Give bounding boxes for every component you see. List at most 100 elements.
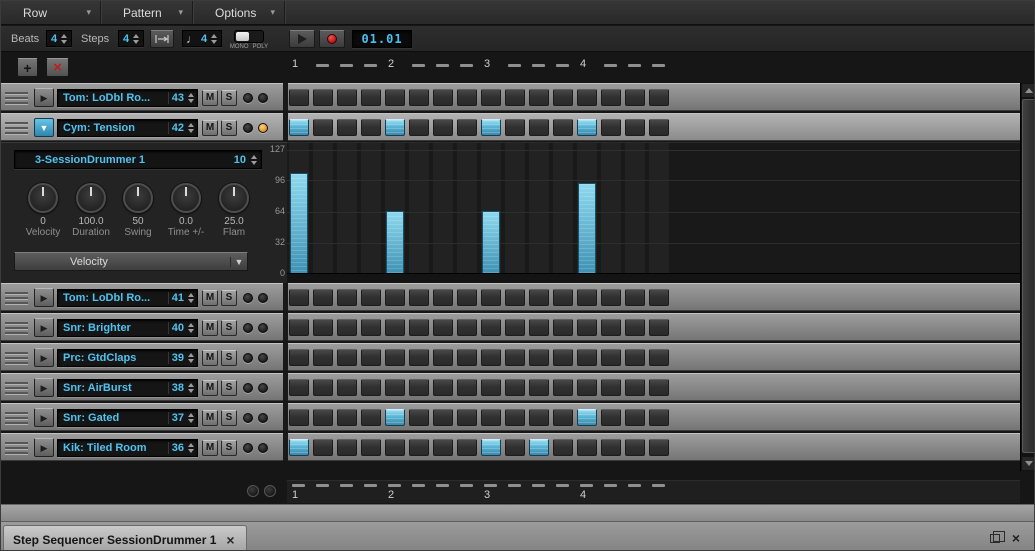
preset-stepper[interactable] xyxy=(250,154,258,165)
mute-button[interactable]: M xyxy=(202,440,218,456)
scroll-down-button[interactable] xyxy=(1022,457,1034,470)
step-cell[interactable] xyxy=(553,409,573,426)
step-cell[interactable] xyxy=(289,379,309,396)
step-cell[interactable] xyxy=(553,119,573,136)
step-cell[interactable] xyxy=(337,89,357,106)
step-cell[interactable] xyxy=(409,319,429,336)
velocity-chart[interactable] xyxy=(287,142,1020,283)
step-cell[interactable] xyxy=(481,409,501,426)
step-cell[interactable] xyxy=(601,349,621,366)
stepper-up-icon[interactable] xyxy=(188,443,194,447)
stepper-down-icon[interactable] xyxy=(188,99,194,103)
stepper-down-icon[interactable] xyxy=(188,299,194,303)
step-cell[interactable] xyxy=(553,349,573,366)
step-cell[interactable] xyxy=(313,349,333,366)
stepper-up-icon[interactable] xyxy=(188,93,194,97)
step-cell[interactable] xyxy=(481,319,501,336)
step-cell[interactable] xyxy=(529,349,549,366)
step-cell[interactable] xyxy=(337,379,357,396)
step-cell[interactable] xyxy=(457,379,477,396)
indicator-button-1[interactable] xyxy=(247,485,259,497)
preview-button[interactable]: ▶ xyxy=(34,288,54,307)
step-cell[interactable] xyxy=(601,89,621,106)
step-cell[interactable] xyxy=(649,349,669,366)
drag-handle-icon[interactable] xyxy=(5,412,28,425)
beats-stepper-arrows[interactable] xyxy=(60,33,68,44)
vertical-scrollbar[interactable] xyxy=(1020,83,1034,471)
velocity-bar[interactable] xyxy=(386,211,404,273)
led-indicator-2[interactable] xyxy=(258,93,268,103)
step-cell[interactable] xyxy=(553,319,573,336)
step-cell[interactable] xyxy=(649,89,669,106)
step-cell[interactable] xyxy=(505,289,525,306)
step-cell[interactable] xyxy=(577,289,597,306)
step-cell[interactable] xyxy=(313,319,333,336)
track-name-box[interactable]: Cym: Tension 42 xyxy=(57,119,198,137)
step-cell[interactable] xyxy=(577,379,597,396)
step-cell[interactable] xyxy=(529,319,549,336)
note-stepper[interactable] xyxy=(187,123,195,133)
step-cell[interactable] xyxy=(505,89,525,106)
stepper-down-icon[interactable] xyxy=(188,449,194,453)
led-indicator-1[interactable] xyxy=(243,93,253,103)
mute-button[interactable]: M xyxy=(202,120,218,136)
step-cell[interactable] xyxy=(625,349,645,366)
steps-stepper[interactable]: 4 xyxy=(118,30,145,47)
preview-button[interactable]: ▶ xyxy=(34,88,54,107)
step-cell[interactable] xyxy=(625,379,645,396)
solo-button[interactable]: S xyxy=(221,350,237,366)
step-cell[interactable] xyxy=(313,379,333,396)
scroll-up-button[interactable] xyxy=(1022,84,1034,97)
step-cell[interactable] xyxy=(601,439,621,456)
led-indicator-1[interactable] xyxy=(243,123,253,133)
mute-button[interactable]: M xyxy=(202,290,218,306)
step-cell[interactable] xyxy=(601,119,621,136)
mute-button[interactable]: M xyxy=(202,410,218,426)
track-name-box[interactable]: Kik: Tiled Room 36 xyxy=(57,439,198,457)
step-cell[interactable] xyxy=(457,89,477,106)
drag-handle-icon[interactable] xyxy=(5,92,28,105)
track-name-box[interactable]: Snr: Brighter 40 xyxy=(57,319,198,337)
solo-button[interactable]: S xyxy=(221,380,237,396)
step-cell[interactable] xyxy=(625,119,645,136)
stepper-down-icon[interactable] xyxy=(188,389,194,393)
step-cell[interactable] xyxy=(505,409,525,426)
note-stepper[interactable] xyxy=(187,293,195,303)
step-cell[interactable] xyxy=(649,289,669,306)
rocker-switch-icon[interactable] xyxy=(234,30,264,43)
tab-close-icon[interactable]: × xyxy=(226,533,234,547)
add-row-button[interactable]: + xyxy=(17,58,38,77)
step-cell[interactable] xyxy=(481,439,501,456)
step-cell[interactable] xyxy=(505,379,525,396)
stepper-up-icon[interactable] xyxy=(188,413,194,417)
step-cell[interactable] xyxy=(577,319,597,336)
step-cell[interactable] xyxy=(409,439,429,456)
stepper-up-icon[interactable] xyxy=(188,293,194,297)
step-cell[interactable] xyxy=(361,119,381,136)
step-cell[interactable] xyxy=(553,439,573,456)
step-cell[interactable] xyxy=(457,439,477,456)
step-cell[interactable] xyxy=(505,119,525,136)
step-cell[interactable] xyxy=(529,89,549,106)
led-indicator-1[interactable] xyxy=(243,443,253,453)
solo-button[interactable]: S xyxy=(221,410,237,426)
step-cell[interactable] xyxy=(289,119,309,136)
step-cell[interactable] xyxy=(649,319,669,336)
step-cell[interactable] xyxy=(649,409,669,426)
preview-button[interactable]: ▶ xyxy=(34,408,54,427)
stepper-down-icon[interactable] xyxy=(251,160,257,165)
stepper-down-icon[interactable] xyxy=(188,419,194,423)
track-name-box[interactable]: Tom: LoDbl Ro... 41 xyxy=(57,289,198,307)
step-cell[interactable] xyxy=(409,89,429,106)
step-cell[interactable] xyxy=(457,349,477,366)
track-name-box[interactable]: Snr: AirBurst 38 xyxy=(57,379,198,397)
note-duration-stepper[interactable]: ♩ 4 xyxy=(182,30,223,47)
step-cell[interactable] xyxy=(337,439,357,456)
step-cell[interactable] xyxy=(433,379,453,396)
step-cell[interactable] xyxy=(337,319,357,336)
indicator-button-2[interactable] xyxy=(264,485,276,497)
step-cell[interactable] xyxy=(409,409,429,426)
step-cell[interactable] xyxy=(529,439,549,456)
step-cell[interactable] xyxy=(649,439,669,456)
step-cell[interactable] xyxy=(625,319,645,336)
